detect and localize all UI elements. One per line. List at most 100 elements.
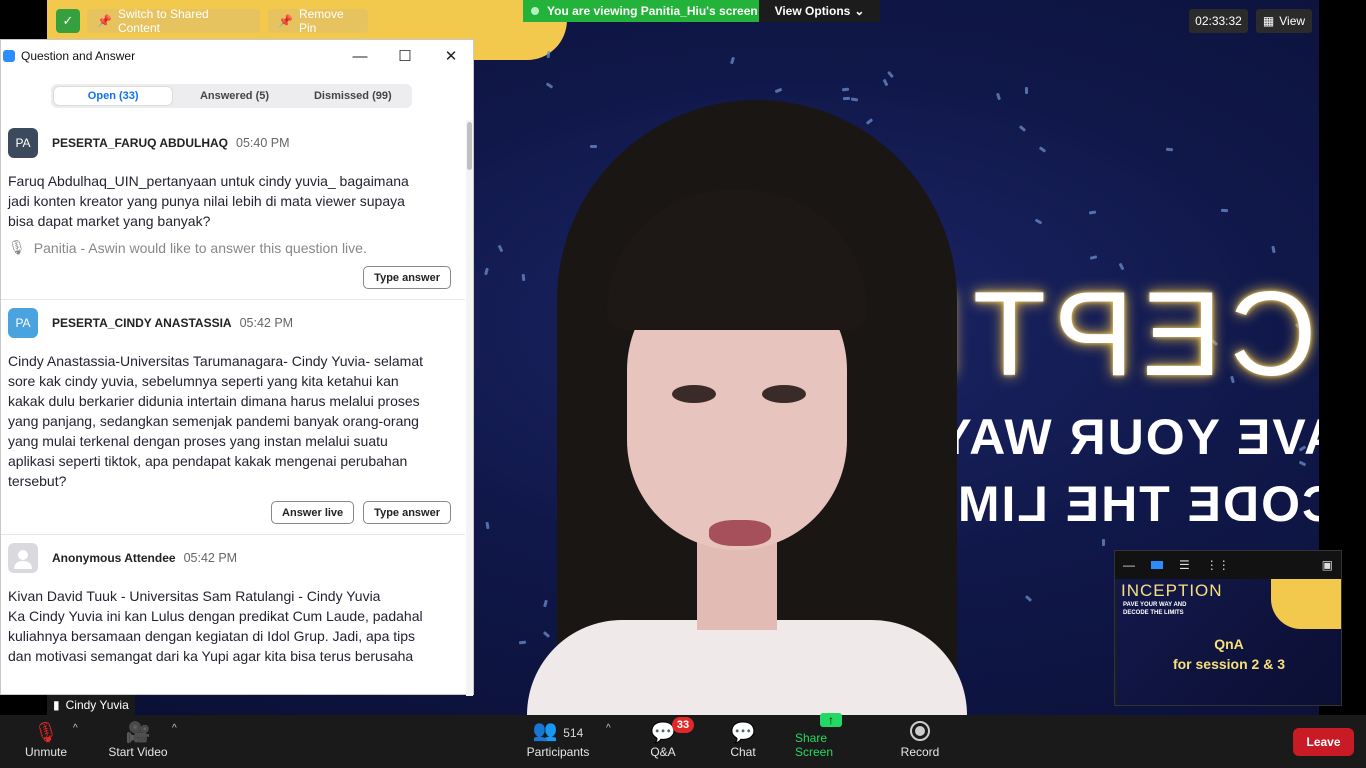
record-label: Record bbox=[900, 745, 940, 759]
anonymous-avatar-icon bbox=[8, 542, 38, 573]
minimize-icon[interactable]: — bbox=[349, 45, 371, 67]
tab-dismissed[interactable]: Dismissed (99) bbox=[294, 84, 412, 108]
participants-button[interactable]: 👥 514 Participants bbox=[526, 717, 590, 765]
question-text: Cindy Anastassia-Universitas Tarumanagar… bbox=[8, 353, 424, 489]
mini-video-window[interactable]: — ☰ ⋮⋮ ▣ INCEPTION PAVE YOUR WAY AND DEC… bbox=[1114, 550, 1342, 706]
unmute-label: Unmute bbox=[24, 745, 68, 759]
background-speck bbox=[1271, 245, 1276, 254]
mini-pave-text: PAVE YOUR WAY AND DECODE THE LIMITS bbox=[1123, 602, 1187, 616]
zoom-meeting-window: INCEPTIO PAVE YOUR WAY AN DECODE THE LIM… bbox=[0, 0, 1366, 768]
type-answer-button[interactable]: Type answer bbox=[363, 501, 451, 524]
background-speck bbox=[1034, 218, 1042, 225]
chat-icon: 💬 bbox=[730, 722, 756, 744]
video-options-caret-icon[interactable]: ^ bbox=[172, 723, 177, 734]
start-video-button[interactable]: 🎥 Start Video bbox=[106, 717, 170, 765]
share-screen-label: Share Screen bbox=[795, 731, 834, 759]
share-screen-icon: ↑ bbox=[820, 713, 842, 727]
muted-microphone-icon: 🎙 bbox=[33, 722, 59, 744]
question-time: 05:40 PM bbox=[236, 135, 290, 150]
background-speck bbox=[730, 56, 736, 65]
question-list[interactable]: PA PESERTA_FARUQ ABDULHAQ 05:40 PM Faruq… bbox=[1, 120, 465, 696]
microphone-icon: 🎙 bbox=[8, 239, 26, 255]
participants-options-caret-icon[interactable]: ^ bbox=[606, 723, 611, 734]
view-label: View bbox=[1279, 14, 1306, 28]
background-speck bbox=[1102, 538, 1106, 546]
avatar: PA bbox=[8, 127, 38, 158]
qa-window-title: Question and Answer bbox=[21, 49, 136, 63]
view-options-dropdown[interactable]: View Options ⌄ bbox=[759, 0, 880, 22]
mini-qna-text: QnA for session 2 & 3 bbox=[1117, 634, 1341, 674]
question-item: PA PESERTA_CINDY ANASTASSIA 05:42 PM Cin… bbox=[1, 300, 465, 535]
background-speck bbox=[887, 71, 894, 79]
participants-icon: 👥 514 bbox=[532, 720, 584, 742]
question-item: Anonymous Attendee 05:42 PM Kivan David … bbox=[1, 535, 465, 676]
qa-window: Question and Answer — ☐ ✕ Open (33) Answ… bbox=[0, 39, 474, 696]
background-speck bbox=[1024, 594, 1033, 602]
pin-icon: 📌 bbox=[97, 14, 112, 28]
answer-live-button[interactable]: Answer live bbox=[271, 501, 355, 524]
signal-bars-icon: ▮ bbox=[53, 698, 60, 712]
security-shield-icon[interactable]: ✓ bbox=[56, 9, 80, 33]
view-options-label: View Options bbox=[774, 4, 851, 18]
viewing-label: You are viewing Panitia_Hiu's screen bbox=[547, 4, 758, 18]
question-time: 05:42 PM bbox=[239, 315, 294, 330]
status-dot-icon bbox=[531, 7, 539, 15]
background-speck bbox=[483, 267, 489, 276]
type-answer-button[interactable]: Type answer bbox=[363, 266, 451, 289]
video-off-icon: 🎥 bbox=[125, 722, 151, 744]
audio-options-caret-icon[interactable]: ^ bbox=[73, 723, 78, 734]
exit-mini-icon[interactable]: ▣ bbox=[1322, 558, 1333, 572]
qna-line1: QnA bbox=[1214, 636, 1244, 652]
question-text: Kivan David Tuuk - Universitas Sam Ratul… bbox=[8, 588, 423, 664]
record-button[interactable]: Record bbox=[900, 717, 940, 765]
background-speck bbox=[545, 82, 554, 89]
question-text: Faruq Abdulhaq_UIN_pertanyaan untuk cind… bbox=[8, 173, 409, 229]
maximize-icon[interactable]: ☐ bbox=[394, 45, 416, 67]
remove-pin-button[interactable]: 📌 Remove Pin bbox=[268, 7, 368, 35]
meeting-timer: 02:33:32 bbox=[1189, 9, 1248, 33]
minimize-icon[interactable]: — bbox=[1123, 558, 1135, 572]
close-icon[interactable]: ✕ bbox=[440, 45, 462, 67]
background-speck bbox=[1166, 147, 1174, 152]
qa-tabs: Open (33) Answered (5) Dismissed (99) bbox=[51, 84, 412, 108]
participants-label: Participants bbox=[526, 745, 590, 759]
start-video-label: Start Video bbox=[108, 745, 168, 759]
speaker-name-label: ▮ Cindy Yuvia bbox=[47, 695, 135, 715]
share-screen-button[interactable]: ↑ Share Screen bbox=[795, 713, 867, 765]
strip-view-icon[interactable]: ☰ bbox=[1179, 558, 1190, 572]
viewing-screen-banner: You are viewing Panitia_Hiu's screen bbox=[523, 0, 759, 22]
zoom-app-icon bbox=[3, 50, 15, 62]
background-speck bbox=[1024, 86, 1028, 95]
question-author: PESERTA_FARUQ ABDULHAQ bbox=[52, 135, 229, 150]
background-speck bbox=[882, 78, 889, 87]
mini-video-toolbar: — ☰ ⋮⋮ ▣ bbox=[1115, 551, 1341, 579]
switch-label: Switch to Shared Content bbox=[117, 7, 209, 35]
speaker-view-icon[interactable] bbox=[1151, 561, 1163, 569]
unmute-button[interactable]: 🎙 Unmute bbox=[24, 717, 68, 765]
background-speck bbox=[485, 521, 490, 530]
background-speck bbox=[1088, 210, 1097, 215]
leave-button[interactable]: Leave bbox=[1293, 728, 1354, 756]
tab-answered[interactable]: Answered (5) bbox=[175, 84, 293, 108]
mini-video-content: INCEPTION PAVE YOUR WAY AND DECODE THE L… bbox=[1117, 579, 1341, 705]
speaker-name: Cindy Yuvia bbox=[65, 698, 129, 712]
question-time: 05:42 PM bbox=[183, 550, 238, 565]
background-speck bbox=[1018, 125, 1026, 132]
background-speck bbox=[842, 87, 850, 92]
qa-scrollbar[interactable] bbox=[466, 120, 473, 696]
participants-count: 514 bbox=[563, 726, 584, 740]
question-item: PA PESERTA_FARUQ ABDULHAQ 05:40 PM Faruq… bbox=[1, 120, 465, 300]
speaker-person bbox=[497, 100, 977, 715]
tab-open[interactable]: Open (33) bbox=[53, 86, 174, 106]
qa-label: Q&A bbox=[650, 745, 676, 759]
chat-label: Chat bbox=[730, 745, 756, 759]
background-speck bbox=[995, 92, 1001, 101]
qna-line2: for session 2 & 3 bbox=[1172, 656, 1286, 672]
switch-to-shared-content-button[interactable]: 📌 Switch to Shared Content bbox=[87, 7, 260, 35]
avatar: PA bbox=[8, 307, 38, 338]
chat-button[interactable]: 💬 Chat bbox=[728, 717, 758, 765]
gallery-view-icon[interactable]: ⋮⋮ bbox=[1206, 558, 1230, 572]
background-speck bbox=[774, 88, 783, 94]
view-button[interactable]: ▦ View bbox=[1256, 9, 1312, 33]
record-icon bbox=[910, 721, 930, 741]
